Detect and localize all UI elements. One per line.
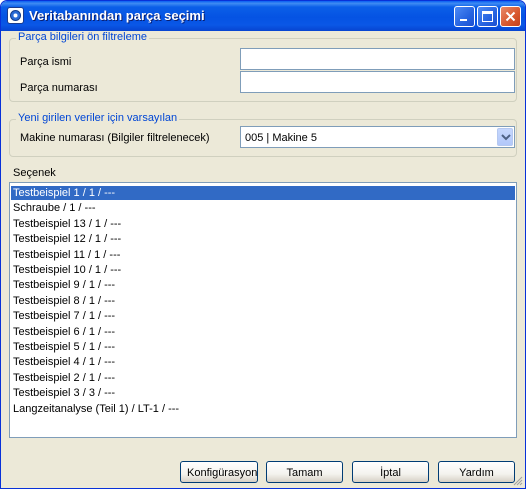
- help-button[interactable]: Yardım: [438, 461, 515, 483]
- list-item[interactable]: Testbeispiel 8 / 1 / ---: [11, 294, 515, 308]
- chevron-down-icon: [501, 134, 511, 141]
- list-item[interactable]: Testbeispiel 4 / 1 / ---: [11, 355, 515, 369]
- list-item[interactable]: Testbeispiel 3 / 3 / ---: [11, 386, 515, 400]
- cancel-button[interactable]: İptal: [352, 461, 429, 483]
- app-icon: [7, 7, 24, 24]
- resize-grip-icon[interactable]: [511, 474, 523, 486]
- ok-button[interactable]: Tamam: [266, 461, 343, 483]
- options-label: Seçenek: [13, 167, 56, 179]
- list-item[interactable]: Testbeispiel 5 / 1 / ---: [11, 340, 515, 354]
- minimize-icon: [460, 19, 467, 21]
- maximize-button[interactable]: [477, 6, 498, 27]
- defaults-group: Yeni girilen veriler için varsayılan Mak…: [9, 112, 517, 157]
- part-name-label: Parça ismi: [20, 56, 72, 68]
- machine-number-value: 005 | Makine 5: [245, 132, 317, 144]
- list-item[interactable]: Testbeispiel 10 / 1 / ---: [11, 263, 515, 277]
- list-item[interactable]: Testbeispiel 1 / 1 / ---: [11, 186, 515, 200]
- part-number-input[interactable]: [240, 71, 515, 93]
- list-item[interactable]: Testbeispiel 13 / 1 / ---: [11, 217, 515, 231]
- filter-group-legend: Parça bilgileri ön filtreleme: [16, 31, 149, 43]
- configuration-button[interactable]: Konfigürasyon: [180, 461, 258, 483]
- close-icon: [505, 11, 516, 22]
- filter-group: Parça bilgileri ön filtreleme Parça ismi…: [9, 31, 517, 102]
- maximize-icon: [482, 11, 493, 22]
- list-item[interactable]: Testbeispiel 6 / 1 / ---: [11, 325, 515, 339]
- dialog-window: Veritabanından parça seçimi Parça bilgil…: [0, 0, 526, 489]
- close-button[interactable]: [500, 6, 521, 27]
- window-title: Veritabanından parça seçimi: [29, 8, 205, 23]
- list-item[interactable]: Testbeispiel 7 / 1 / ---: [11, 309, 515, 323]
- list-item[interactable]: Testbeispiel 2 / 1 / ---: [11, 371, 515, 385]
- dropdown-button[interactable]: [497, 128, 513, 146]
- title-bar[interactable]: Veritabanından parça seçimi: [1, 1, 525, 31]
- minimize-button[interactable]: [454, 6, 475, 27]
- list-item[interactable]: Testbeispiel 11 / 1 / ---: [11, 248, 515, 262]
- list-item[interactable]: Testbeispiel 9 / 1 / ---: [11, 278, 515, 292]
- options-listbox[interactable]: Testbeispiel 1 / 1 / --- Schraube / 1 / -…: [9, 182, 517, 438]
- defaults-group-legend: Yeni girilen veriler için varsayılan: [16, 112, 180, 124]
- machine-number-select[interactable]: 005 | Makine 5: [240, 126, 515, 148]
- list-item[interactable]: Schraube / 1 / ---: [11, 201, 515, 215]
- part-number-label: Parça numarası: [20, 82, 98, 94]
- list-item[interactable]: Langzeitanalyse (Teil 1) / LT-1 / ---: [11, 402, 515, 416]
- machine-number-label: Makine numarası (Bilgiler filtrelenecek): [20, 132, 210, 144]
- list-item[interactable]: Testbeispiel 12 / 1 / ---: [11, 232, 515, 246]
- part-name-input[interactable]: [240, 48, 515, 70]
